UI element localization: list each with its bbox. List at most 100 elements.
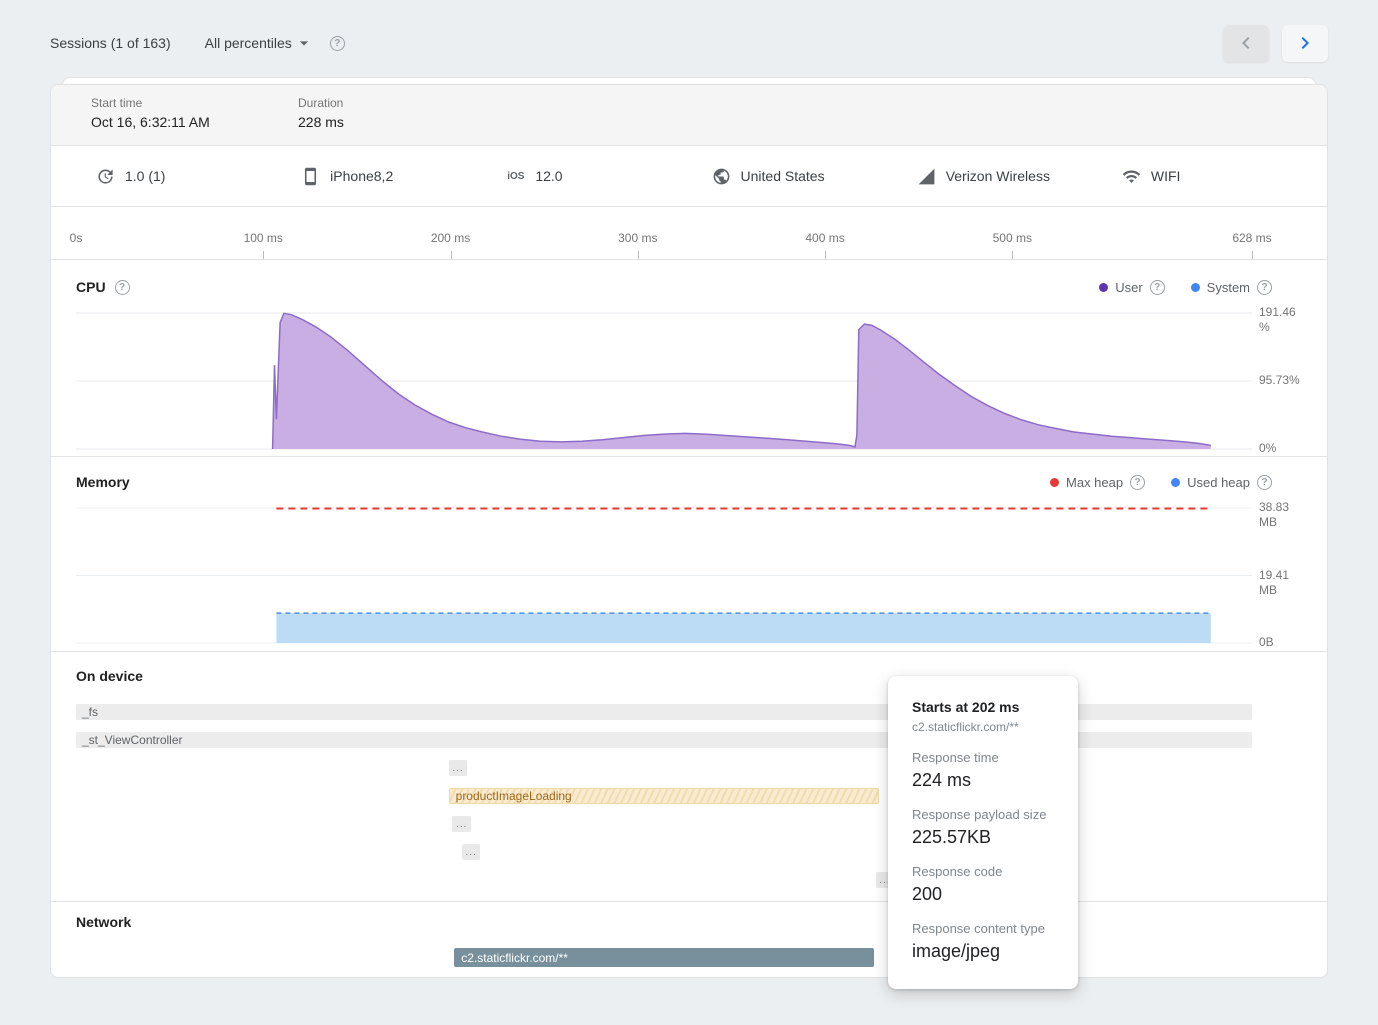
session-header: Start time Oct 16, 6:32:11 AM Duration 2… [51,85,1327,146]
timeline-tick-mark [825,251,826,259]
collapsed-span-chip[interactable]: ... [452,816,471,832]
timeline-tick-label: 0s [70,231,83,245]
app-version-icon [96,167,115,186]
next-session-button[interactable] [1282,25,1328,62]
memory-chart[interactable] [76,501,1252,646]
cpu-yaxis: 191.46 %95.73%0% [1259,311,1311,451]
device-attribute-globe: United States [712,167,917,186]
network-request-tooltip: Starts at 202 ms c2.staticflickr.com/** … [888,676,1078,989]
memory-legend: Max heap Used heap [1050,475,1272,490]
network-request-label: c2.staticflickr.com/** [461,951,568,965]
device-attribute-ios: iOS 12.0 [506,168,711,184]
help-icon[interactable] [1257,475,1272,490]
ios-icon: iOS [506,171,525,182]
tooltip-subtitle: c2.staticflickr.com/** [912,720,1054,734]
cpu-section: CPU UserSystem 191.46 %95.73%0% [51,260,1327,457]
network-request-bar[interactable]: c2.staticflickr.com/** [454,948,873,967]
timeline-tick-label: 500 ms [993,231,1032,245]
legend-dot-icon [1099,283,1108,292]
timeline-tick-mark [1012,251,1013,259]
legend-dot-icon [1050,478,1059,487]
help-icon[interactable] [1130,475,1145,490]
toolbar: Sessions (1 of 163) All percentiles [50,20,1328,66]
duration-block: Duration 228 ms [298,96,505,145]
memory-yaxis: 38.83 MB19.41 MB0B [1259,501,1311,646]
device-attribute-signal: Verizon Wireless [917,167,1122,186]
memory-section-header: Memory Max heap Used heap [51,457,1327,490]
cpu-section-header: CPU UserSystem [51,260,1327,295]
device-info-row: 1.0 (1)iPhone8,2iOS12.0United StatesVeri… [51,146,1327,207]
on-device-section: On device _fs_st_ViewController...produc… [51,652,1327,902]
sessions-count-label: Sessions (1 of 163) [50,35,171,51]
trace-bar-label: ... [465,847,476,858]
legend-item-used-heap: Used heap [1171,475,1272,490]
globe-icon [712,167,731,186]
tooltip-field-label: Response payload size [912,807,1054,822]
collapsed-span-chip[interactable]: ... [449,760,468,776]
trace-bar-label: _fs [82,705,98,719]
chevron-right-icon [1293,31,1317,55]
help-icon[interactable] [330,36,345,51]
legend-item-max-heap: Max heap [1050,475,1145,490]
memory-ytick-label: 19.41 MB [1259,568,1307,598]
timeline-tick-mark [263,251,264,259]
trace-bar[interactable]: productImageLoading [449,788,880,804]
timeline-tick-mark [451,251,452,259]
device-attribute-wifi: WIFI [1122,167,1327,186]
timeline-ruler: 0s100 ms200 ms300 ms400 ms500 ms628 ms [76,207,1252,259]
device-attribute-value: Verizon Wireless [946,168,1050,184]
network-section: Network c2.staticflickr.com/** [51,902,1327,977]
legend-item-user: User [1099,280,1164,295]
legend-dot-icon [1191,283,1200,292]
help-icon[interactable] [1257,280,1272,295]
start-time-block: Start time Oct 16, 6:32:11 AM [91,96,298,145]
signal-icon [917,167,936,186]
memory-ytick-label: 38.83 MB [1259,500,1307,530]
previous-session-button[interactable] [1223,25,1269,62]
duration-value: 228 ms [298,114,505,130]
memory-section: Memory Max heap Used heap 38.83 MB 19.41 M… [51,457,1327,652]
timeline-tick-mark [1252,251,1253,259]
session-card: Start time Oct 16, 6:32:11 AM Duration 2… [50,84,1328,978]
tooltip-title: Starts at 202 ms [912,699,1054,715]
memory-section-title: Memory [76,474,130,490]
legend-label: Used heap [1187,475,1250,490]
timeline-tick-label: 628 ms [1232,231,1271,245]
wifi-icon [1122,167,1141,186]
timeline-tick-label: 300 ms [618,231,657,245]
tooltip-field-value: 200 [912,884,1054,905]
help-icon[interactable] [1150,280,1165,295]
device-attribute-value: iPhone8,2 [330,168,393,184]
trace-bar-label: productImageLoading [456,789,572,803]
help-icon[interactable] [115,280,130,295]
cpu-ytick-label: 95.73% [1259,373,1307,388]
legend-label: Max heap [1066,475,1123,490]
legend-label: System [1207,280,1250,295]
device-attribute-value: United States [741,168,825,184]
network-section-header: Network [51,902,1327,930]
tooltip-field-value: 224 ms [912,770,1054,791]
collapsed-span-chip[interactable]: ... [462,844,481,860]
chevron-left-icon [1234,31,1258,55]
timeline-tick-mark [638,251,639,259]
on-device-section-header: On device [51,652,1327,684]
tooltip-field-value: 225.57KB [912,827,1054,848]
start-time-value: Oct 16, 6:32:11 AM [91,114,298,130]
timeline-tick-label: 200 ms [431,231,470,245]
device-attribute-phone: iPhone8,2 [301,167,506,186]
trace-bar-label: ... [452,763,463,774]
cpu-ytick-label: 191.46 % [1259,305,1307,335]
tooltip-field-label: Response time [912,750,1054,765]
trace-bar-label: ... [456,819,467,830]
chevron-down-icon [294,33,314,53]
session-nav [1223,25,1328,62]
tooltip-fields: Response time 224 ms Response payload size… [912,750,1054,962]
network-section-title: Network [76,914,131,930]
device-attribute-value: 12.0 [535,168,562,184]
phone-icon [301,167,320,186]
percentiles-dropdown[interactable]: All percentiles [205,33,314,53]
legend-item-system: System [1191,280,1272,295]
start-time-label: Start time [91,96,298,110]
timeline-tick-label: 400 ms [805,231,844,245]
cpu-chart[interactable] [76,311,1252,451]
